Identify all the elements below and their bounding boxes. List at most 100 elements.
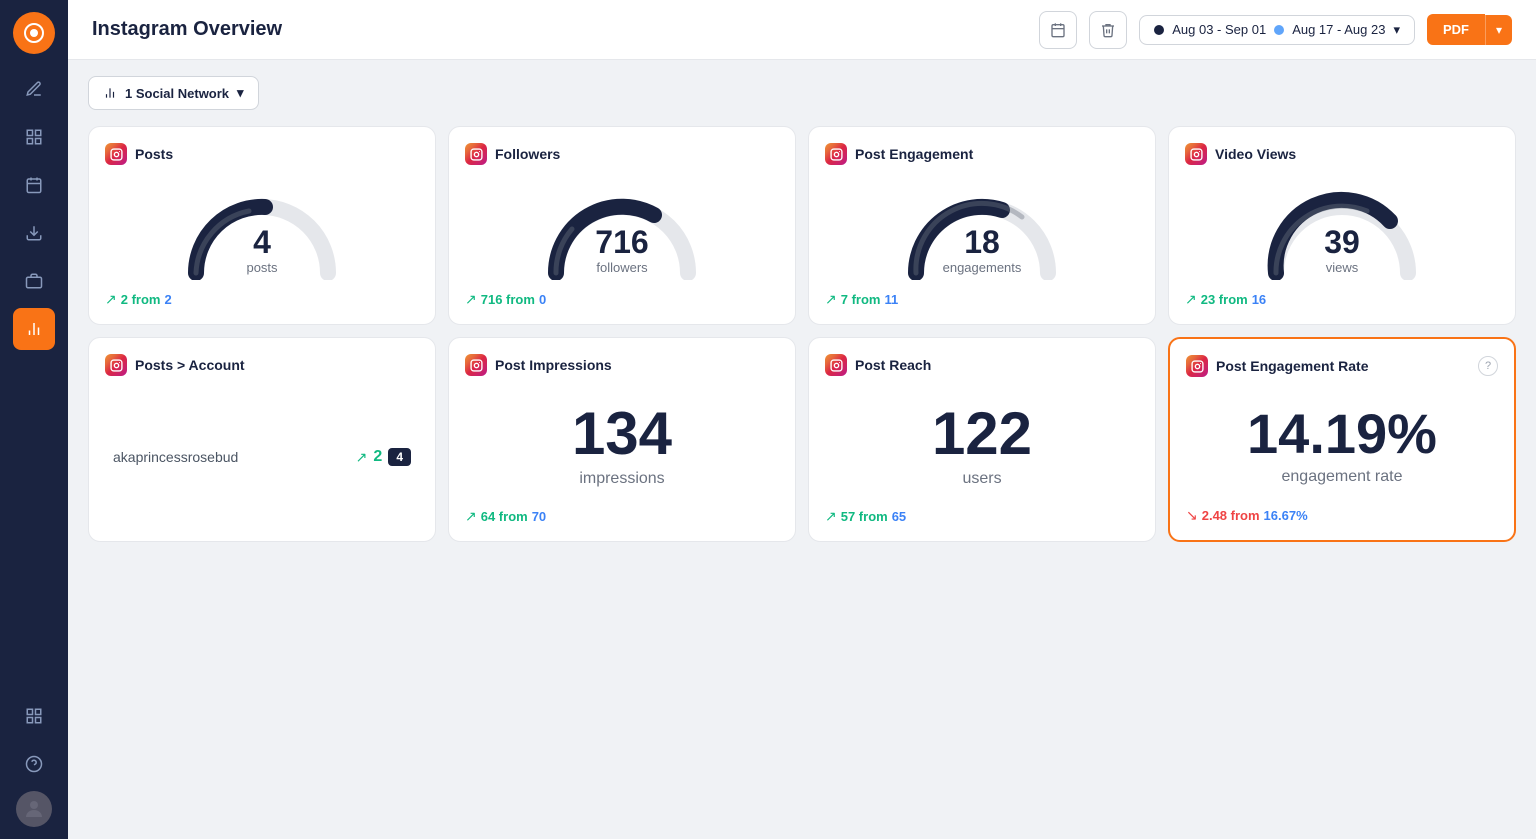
- avatar[interactable]: [16, 791, 52, 827]
- dashboard-icon[interactable]: [13, 116, 55, 158]
- instagram-icon-impressions: [465, 354, 487, 376]
- post-reach-footer: ↗ 57 from 65: [825, 508, 1139, 525]
- post-engagement-header: Post Engagement: [825, 143, 1139, 165]
- pdf-dropdown-btn[interactable]: ▾: [1485, 15, 1512, 45]
- post-engagement-value: 18: [943, 226, 1022, 258]
- posts-account-card: Posts > Account akaprincessrosebud ↗ 2 4: [88, 337, 436, 542]
- post-engagement-rate-card: Post Engagement Rate ? 14.19% engagement…: [1168, 337, 1516, 542]
- post-reach-value-container: 122 users: [825, 388, 1139, 496]
- followers-card-title: Followers: [495, 146, 560, 162]
- post-engagement-rate-footer: ↘ 2.48 from 16.67%: [1186, 507, 1498, 524]
- posts-card-title: Posts: [135, 146, 173, 162]
- account-trend-icon: ↗: [356, 449, 368, 466]
- post-engagement-gauge: 18 engagements: [825, 177, 1139, 279]
- posts-account-title-row: Posts > Account: [105, 354, 245, 376]
- calendar-icon[interactable]: [13, 164, 55, 206]
- video-views-trend-icon: ↗: [1185, 291, 1197, 308]
- filter-bar: 1 Social Network ▾: [88, 76, 1516, 110]
- trash-btn[interactable]: [1089, 11, 1127, 49]
- post-engagement-card: Post Engagement 18 engagements: [808, 126, 1156, 325]
- rate-trend-icon: ↘: [1186, 507, 1198, 524]
- posts-account-title: Posts > Account: [135, 357, 245, 373]
- account-change-value: 2: [373, 448, 382, 466]
- instagram-icon-engagement: [825, 143, 847, 165]
- post-impressions-value: 134: [572, 404, 672, 464]
- help-icon-rate[interactable]: ?: [1478, 356, 1498, 376]
- posts-footer: ↗ 2 from 2: [105, 291, 419, 308]
- impressions-change: 64 from: [481, 509, 528, 524]
- followers-change: 716 from: [481, 292, 535, 307]
- secondary-date-range: Aug 17 - Aug 23: [1292, 22, 1385, 37]
- post-impressions-unit: impressions: [579, 470, 664, 488]
- logo[interactable]: [13, 12, 55, 54]
- video-views-footer: ↗ 23 from 16: [1185, 291, 1499, 308]
- account-row: akaprincessrosebud ↗ 2 4: [105, 388, 419, 474]
- account-change-row: ↗ 2 4: [356, 448, 411, 466]
- posts-unit: posts: [246, 260, 277, 275]
- post-impressions-title-row: Post Impressions: [465, 354, 612, 376]
- page-title: Instagram Overview: [92, 18, 282, 41]
- followers-value: 716: [595, 226, 648, 258]
- post-engagement-rate-header: Post Engagement Rate ?: [1186, 355, 1498, 377]
- post-engagement-title: Post Engagement: [855, 146, 973, 162]
- briefcase-icon[interactable]: [13, 260, 55, 302]
- post-engagement-rate-value: 14.19%: [1247, 406, 1437, 462]
- post-reach-value: 122: [932, 404, 1032, 464]
- date-range-selector[interactable]: Aug 03 - Sep 01 Aug 17 - Aug 23 ▾: [1139, 15, 1415, 45]
- post-reach-title-row: Post Reach: [825, 354, 931, 376]
- posts-value: 4: [246, 226, 277, 258]
- followers-card-header: Followers: [465, 143, 779, 165]
- post-impressions-value-container: 134 impressions: [465, 388, 779, 496]
- help-icon[interactable]: [13, 743, 55, 785]
- rate-from: 16.67%: [1264, 508, 1308, 523]
- calendar-action-btn[interactable]: [1039, 11, 1077, 49]
- video-views-gauge: 39 views: [1185, 177, 1499, 279]
- video-views-change: 23 from: [1201, 292, 1248, 307]
- header: Instagram Overview Aug 03 - Sep 01 Aug 1…: [68, 0, 1536, 60]
- video-views-value: 39: [1324, 226, 1360, 258]
- post-engagement-trend-icon: ↗: [825, 291, 837, 308]
- header-actions: Aug 03 - Sep 01 Aug 17 - Aug 23 ▾ PDF ▾: [1039, 11, 1512, 49]
- pdf-export-btn[interactable]: PDF: [1427, 14, 1485, 45]
- video-views-title-row: Video Views: [1185, 143, 1296, 165]
- post-impressions-footer: ↗ 64 from 70: [465, 508, 779, 525]
- video-views-header: Video Views: [1185, 143, 1499, 165]
- post-reach-header: Post Reach: [825, 354, 1139, 376]
- post-engagement-unit: engagements: [943, 260, 1022, 275]
- filter-chevron-icon: ▾: [237, 85, 244, 101]
- posts-change: 2 from: [121, 292, 161, 307]
- posts-account-header: Posts > Account: [105, 354, 419, 376]
- post-engagement-rate-title: Post Engagement Rate: [1216, 358, 1368, 374]
- followers-unit: followers: [595, 260, 648, 275]
- reach-trend-icon: ↗: [825, 508, 837, 525]
- impressions-trend-icon: ↗: [465, 508, 477, 525]
- analytics-icon[interactable]: [13, 308, 55, 350]
- grid-icon[interactable]: [13, 695, 55, 737]
- post-engagement-change: 7 from: [841, 292, 881, 307]
- main-area: Instagram Overview Aug 03 - Sep 01 Aug 1…: [68, 0, 1536, 839]
- post-impressions-card: Post Impressions 134 impressions ↗ 64 fr…: [448, 337, 796, 542]
- followers-card: Followers 716 followers: [448, 126, 796, 325]
- followers-gauge: 716 followers: [465, 177, 779, 279]
- primary-date-dot: [1154, 25, 1164, 35]
- video-views-from: 16: [1252, 292, 1266, 307]
- primary-date-range: Aug 03 - Sep 01: [1172, 22, 1266, 37]
- post-engagement-rate-value-container: 14.19% engagement rate: [1186, 389, 1498, 495]
- instagram-icon-rate: [1186, 355, 1208, 377]
- compose-icon[interactable]: [13, 68, 55, 110]
- post-reach-unit: users: [962, 470, 1001, 488]
- video-views-unit: views: [1324, 260, 1360, 275]
- account-badge: 4: [388, 448, 411, 466]
- social-network-filter[interactable]: 1 Social Network ▾: [88, 76, 259, 110]
- rate-change: 2.48 from: [1202, 508, 1260, 523]
- followers-footer: ↗ 716 from 0: [465, 291, 779, 308]
- posts-trend-icon: ↗: [105, 291, 117, 308]
- followers-title-row: Followers: [465, 143, 560, 165]
- post-impressions-title: Post Impressions: [495, 357, 612, 373]
- sidebar: [0, 0, 68, 839]
- cards-grid: Posts 4: [88, 126, 1516, 542]
- instagram-icon-followers: [465, 143, 487, 165]
- reach-from: 65: [892, 509, 906, 524]
- content-area: 1 Social Network ▾ Posts: [68, 60, 1536, 839]
- download-icon[interactable]: [13, 212, 55, 254]
